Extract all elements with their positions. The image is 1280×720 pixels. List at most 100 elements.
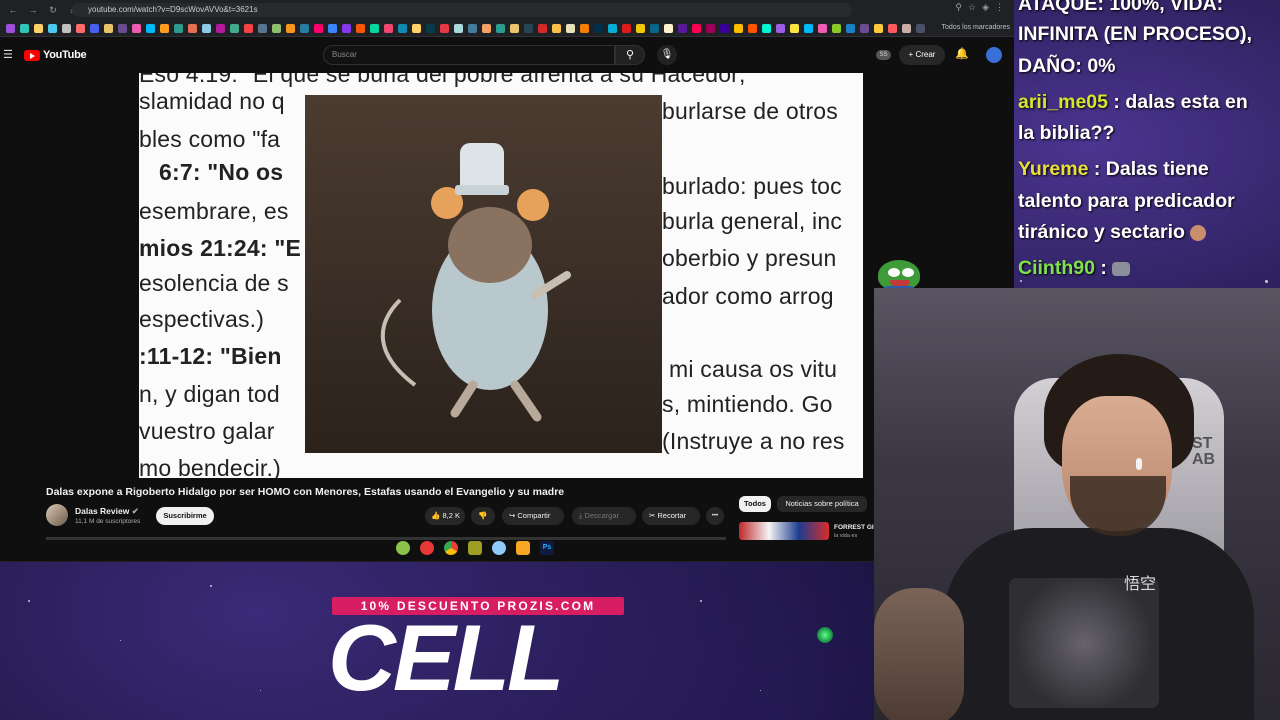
bookmark-favicon-icon[interactable]: [188, 23, 197, 33]
bookmark-favicon-icon[interactable]: [76, 23, 85, 33]
obs-icon[interactable]: [420, 541, 434, 555]
like-button[interactable]: 👍 8,2 K: [425, 507, 465, 525]
chip-all[interactable]: Todos: [739, 496, 771, 512]
channel-avatar[interactable]: [46, 504, 68, 526]
bookmark-favicon-icon[interactable]: [566, 23, 575, 33]
bookmark-favicon-icon[interactable]: [440, 23, 449, 33]
bookmark-favicon-icon[interactable]: [538, 23, 547, 33]
bookmark-favicon-icon[interactable]: [580, 23, 589, 33]
suggested-video-title[interactable]: FORREST GI: [834, 524, 874, 531]
bookmark-favicon-icon[interactable]: [90, 23, 99, 33]
bookmark-favicon-icon[interactable]: [174, 23, 183, 33]
bookmark-favicon-icon[interactable]: [216, 23, 225, 33]
bookmark-favicon-icon[interactable]: [286, 23, 295, 33]
bookmark-favicon-icon[interactable]: [398, 23, 407, 33]
bookmark-favicon-icon[interactable]: [342, 23, 351, 33]
back-arrow-icon[interactable]: ←: [6, 3, 20, 17]
more-actions-button[interactable]: •••: [706, 507, 724, 525]
star-bookmark-icon[interactable]: ☆: [968, 2, 976, 13]
bookmark-favicon-icon[interactable]: [300, 23, 309, 33]
share-button[interactable]: ↪ Compartir: [502, 507, 564, 525]
bookmark-favicon-icon[interactable]: [622, 23, 631, 33]
forward-arrow-icon[interactable]: →: [26, 3, 40, 17]
mic-icon[interactable]: 🎙: [657, 45, 677, 65]
chip-political-news[interactable]: Noticias sobre política: [777, 496, 867, 512]
bookmark-favicon-icon[interactable]: [832, 23, 841, 33]
bookmark-favicon-icon[interactable]: [202, 23, 211, 33]
create-button[interactable]: + Crear: [899, 45, 945, 65]
search-input[interactable]: Buscar: [323, 45, 615, 65]
bookmark-favicon-icon[interactable]: [510, 23, 519, 33]
bookmark-favicon-icon[interactable]: [468, 23, 477, 33]
bookmark-favicon-icon[interactable]: [650, 23, 659, 33]
chat-app-icon[interactable]: [396, 541, 410, 555]
bookmark-favicon-icon[interactable]: [118, 23, 127, 33]
bookmark-favicon-icon[interactable]: [454, 23, 463, 33]
download-button[interactable]: ⤓ Descargar: [572, 507, 636, 525]
bookmark-favicon-icon[interactable]: [160, 23, 169, 33]
suggested-video-thumbnail[interactable]: [739, 522, 829, 540]
subscribe-button[interactable]: Suscribirme: [156, 507, 214, 525]
bookmark-favicon-icon[interactable]: [664, 23, 673, 33]
chrome-icon[interactable]: [444, 541, 458, 555]
dislike-button[interactable]: 👎: [471, 507, 495, 525]
bell-icon[interactable]: 🔔: [955, 47, 969, 60]
photoshop-icon[interactable]: Ps: [540, 541, 554, 555]
bookmark-favicon-icon[interactable]: [552, 23, 561, 33]
bookmark-favicon-icon[interactable]: [20, 23, 29, 33]
bookmark-favicon-icon[interactable]: [734, 23, 743, 33]
extensions-icon[interactable]: ◈: [982, 2, 989, 13]
bookmark-favicon-icon[interactable]: [328, 23, 337, 33]
bookmark-favicon-icon[interactable]: [762, 23, 771, 33]
bookmark-favicon-icon[interactable]: [258, 23, 267, 33]
channel-name[interactable]: Dalas Review ✔: [75, 506, 139, 517]
bookmark-favicon-icon[interactable]: [608, 23, 617, 33]
reload-icon[interactable]: ↻: [46, 3, 60, 17]
bookmark-favicon-icon[interactable]: [916, 23, 925, 33]
steam-icon[interactable]: [492, 541, 506, 555]
bookmark-favicon-icon[interactable]: [6, 23, 15, 33]
bookmark-favicon-icon[interactable]: [496, 23, 505, 33]
bookmark-favicon-icon[interactable]: [426, 23, 435, 33]
clip-button[interactable]: ✂ Recortar: [642, 507, 700, 525]
bookmark-favicon-icon[interactable]: [356, 23, 365, 33]
bookmark-favicon-icon[interactable]: [524, 23, 533, 33]
bookmark-favicon-icon[interactable]: [874, 23, 883, 33]
bookmark-favicon-icon[interactable]: [706, 23, 715, 33]
bookmark-favicon-icon[interactable]: [272, 23, 281, 33]
video-player[interactable]: Eso 4:19: "El que se burla del pobre afr…: [139, 73, 863, 478]
menu-icon[interactable]: ⋮: [995, 2, 1004, 13]
bookmark-favicon-icon[interactable]: [104, 23, 113, 33]
bookmark-favicon-icon[interactable]: [748, 23, 757, 33]
ss-badge[interactable]: SS: [876, 50, 891, 60]
bookmark-favicon-icon[interactable]: [62, 23, 71, 33]
address-field[interactable]: youtube.com/watch?v=D9scWovAVVo&t=3621s: [72, 3, 852, 17]
bookmark-favicon-icon[interactable]: [482, 23, 491, 33]
bookmark-favicon-icon[interactable]: [818, 23, 827, 33]
bookmark-favicon-icon[interactable]: [846, 23, 855, 33]
hamburger-menu-icon[interactable]: ☰: [3, 48, 13, 61]
bookmark-favicon-icon[interactable]: [48, 23, 57, 33]
bookmark-favicon-icon[interactable]: [720, 23, 729, 33]
bookmark-favicon-icon[interactable]: [384, 23, 393, 33]
all-bookmarks-label[interactable]: Todos los marcadores: [942, 24, 1010, 31]
bookmark-favicon-icon[interactable]: [370, 23, 379, 33]
bookmark-favicon-icon[interactable]: [594, 23, 603, 33]
youtube-logo[interactable]: YouTube: [24, 49, 87, 61]
bookmark-favicon-icon[interactable]: [678, 23, 687, 33]
bookmark-favicon-icon[interactable]: [790, 23, 799, 33]
bookmark-favicon-icon[interactable]: [860, 23, 869, 33]
bookmark-favicon-icon[interactable]: [230, 23, 239, 33]
bookmark-favicon-icon[interactable]: [412, 23, 421, 33]
tune-icon[interactable]: ⚲: [955, 2, 962, 13]
bookmark-favicon-icon[interactable]: [34, 23, 43, 33]
bookmark-favicon-icon[interactable]: [692, 23, 701, 33]
bookmark-favicon-icon[interactable]: [888, 23, 897, 33]
search-icon[interactable]: ⚲: [615, 45, 645, 65]
bookmark-favicon-icon[interactable]: [776, 23, 785, 33]
account-avatar[interactable]: [986, 47, 1002, 63]
bookmark-favicon-icon[interactable]: [804, 23, 813, 33]
bookmark-favicon-icon[interactable]: [244, 23, 253, 33]
bookmark-favicon-icon[interactable]: [636, 23, 645, 33]
minecraft-icon[interactable]: [468, 541, 482, 555]
